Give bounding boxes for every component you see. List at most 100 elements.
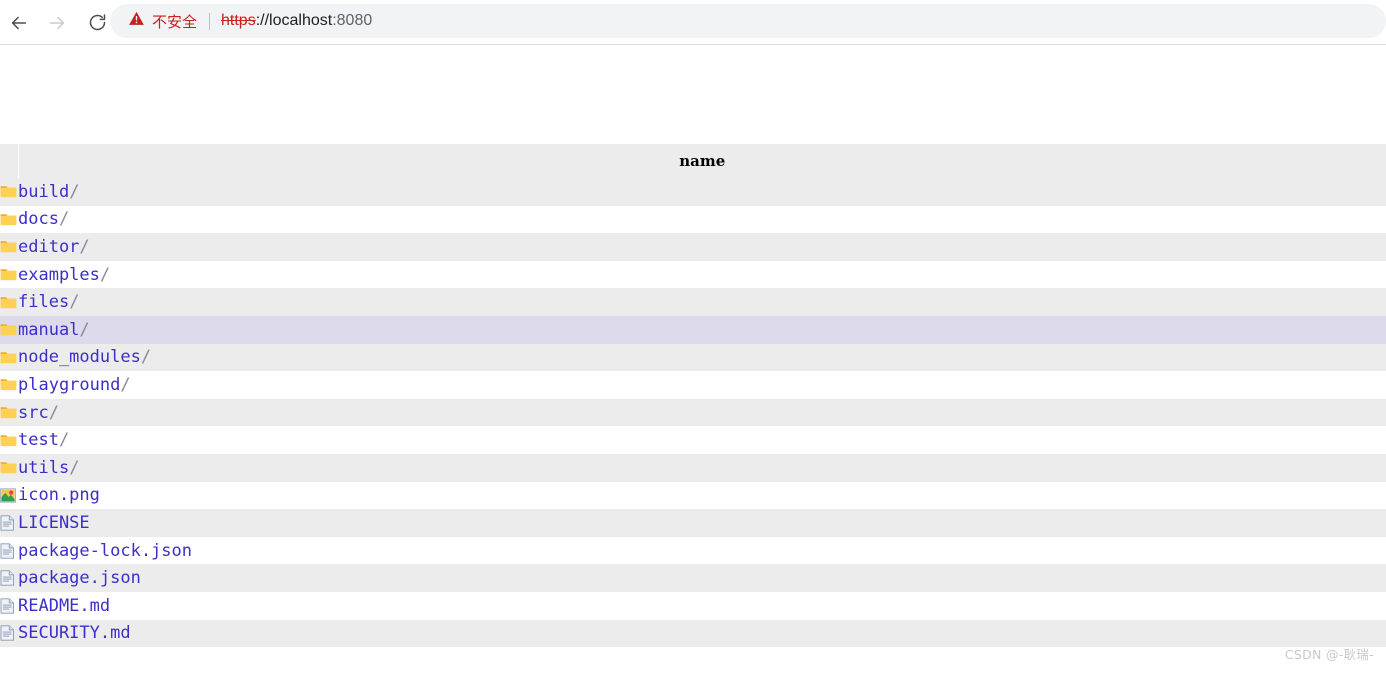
row-name-cell: icon.png xyxy=(18,482,1386,510)
row-name-cell: files/ xyxy=(18,288,1386,316)
row-icon-cell xyxy=(0,233,18,261)
row-name-cell: playground/ xyxy=(18,371,1386,399)
row-name-cell: node_modules/ xyxy=(18,344,1386,372)
entry-link[interactable]: manual/ xyxy=(18,320,90,340)
row-icon-cell xyxy=(0,371,18,399)
entry-link[interactable]: src/ xyxy=(18,403,59,423)
entry-link[interactable]: LICENSE xyxy=(18,513,90,533)
forward-button[interactable] xyxy=(38,4,76,42)
row-name-cell: LICENSE xyxy=(18,509,1386,537)
row-icon-cell xyxy=(0,399,18,427)
table-row[interactable]: playground/ xyxy=(0,371,1386,399)
document-file-icon xyxy=(0,570,14,586)
entry-link[interactable]: node_modules/ xyxy=(18,347,151,367)
table-row[interactable]: editor/ xyxy=(0,233,1386,261)
table-row[interactable]: utils/ xyxy=(0,453,1386,482)
row-name-cell: test/ xyxy=(18,426,1386,454)
row-icon-cell xyxy=(0,454,18,482)
entry-link[interactable]: utils/ xyxy=(18,458,79,478)
row-name-cell: src/ xyxy=(18,399,1386,427)
row-icon-cell xyxy=(0,178,18,206)
url-text: https://localhost:8080 xyxy=(221,12,372,30)
breadcrumb: / xyxy=(0,101,3,125)
entry-link[interactable]: playground/ xyxy=(18,375,131,395)
back-button[interactable] xyxy=(0,4,38,42)
table-row[interactable]: SECURITY.md xyxy=(0,619,1386,648)
document-file-icon xyxy=(0,515,14,531)
table-header-row: name xyxy=(0,144,1386,178)
reload-icon xyxy=(87,12,108,33)
row-icon-cell xyxy=(0,316,18,344)
folder-icon xyxy=(0,324,17,336)
row-icon-cell xyxy=(0,482,18,510)
entry-suffix: / xyxy=(69,181,80,202)
column-header-name[interactable]: name xyxy=(18,144,1386,178)
table-row[interactable]: package-lock.json xyxy=(0,536,1386,565)
entry-link[interactable]: build/ xyxy=(18,182,79,202)
entry-link[interactable]: editor/ xyxy=(18,237,90,257)
arrow-left-icon xyxy=(8,12,30,34)
row-icon-cell xyxy=(0,426,18,454)
entry-link[interactable]: package.json xyxy=(18,568,141,588)
row-icon-cell xyxy=(0,564,18,592)
arrow-right-icon xyxy=(46,12,68,34)
table-row[interactable]: LICENSE xyxy=(0,509,1386,537)
entry-link[interactable]: test/ xyxy=(18,430,69,450)
document-file-icon xyxy=(0,598,14,614)
url-scheme: https xyxy=(221,12,256,29)
row-icon-cell xyxy=(0,592,18,620)
row-name-cell: utils/ xyxy=(18,454,1386,482)
table-row[interactable]: examples/ xyxy=(0,260,1386,289)
security-status-chip[interactable]: 不安全 xyxy=(128,10,197,32)
entry-suffix: / xyxy=(48,402,59,423)
table-row[interactable]: manual/ xyxy=(0,315,1386,344)
folder-icon xyxy=(0,296,17,308)
entry-suffix: / xyxy=(58,209,70,230)
row-icon-cell xyxy=(0,344,18,372)
document-file-icon xyxy=(0,625,14,641)
table-row[interactable]: build/ xyxy=(0,178,1386,206)
security-status-label: 不安全 xyxy=(152,12,198,31)
entry-link[interactable]: README.md xyxy=(18,596,110,616)
browser-toolbar: 不安全 https://localhost:8080 xyxy=(0,0,1386,45)
entry-suffix: / xyxy=(79,319,90,340)
folder-icon xyxy=(0,241,17,253)
address-bar[interactable]: 不安全 https://localhost:8080 xyxy=(110,4,1386,38)
entry-link[interactable]: SECURITY.md xyxy=(18,623,131,643)
column-header-icon xyxy=(0,144,19,178)
url-separator: :// xyxy=(255,12,270,29)
row-name-cell: SECURITY.md xyxy=(18,620,1386,648)
watermark: CSDN @-耿瑞- xyxy=(1284,647,1374,662)
warning-triangle-icon xyxy=(128,10,145,32)
table-row[interactable]: test/ xyxy=(0,426,1386,454)
folder-icon xyxy=(0,269,17,281)
url-host: localhost xyxy=(269,12,333,29)
row-name-cell: docs/ xyxy=(18,206,1386,234)
document-file-icon xyxy=(0,542,14,559)
row-icon-cell xyxy=(0,620,18,648)
table-row[interactable]: node_modules/ xyxy=(0,343,1386,372)
table-row[interactable]: icon.png xyxy=(0,481,1386,510)
folder-icon xyxy=(0,352,17,364)
table-row[interactable]: files/ xyxy=(0,288,1386,316)
table-row[interactable]: src/ xyxy=(0,398,1386,427)
breadcrumb-separator: / xyxy=(0,102,1,124)
folder-icon xyxy=(0,462,17,474)
entry-link[interactable]: files/ xyxy=(18,292,79,312)
entry-link[interactable]: icon.png xyxy=(18,485,100,505)
row-icon-cell xyxy=(0,537,18,565)
table-row[interactable]: README.md xyxy=(0,591,1386,620)
table-row[interactable]: docs/ xyxy=(0,205,1386,234)
entry-suffix: / xyxy=(69,457,80,478)
url-port: :8080 xyxy=(332,12,373,29)
entry-link[interactable]: docs/ xyxy=(18,209,69,229)
navigation-buttons xyxy=(0,0,116,45)
folder-icon xyxy=(0,434,17,446)
folder-icon xyxy=(0,407,17,419)
table-header: name xyxy=(0,144,1386,178)
table-row[interactable]: package.json xyxy=(0,564,1386,592)
row-icon-cell xyxy=(0,261,18,289)
row-icon-cell xyxy=(0,206,18,234)
entry-link[interactable]: package-lock.json xyxy=(18,541,192,561)
entry-link[interactable]: examples/ xyxy=(18,265,110,285)
